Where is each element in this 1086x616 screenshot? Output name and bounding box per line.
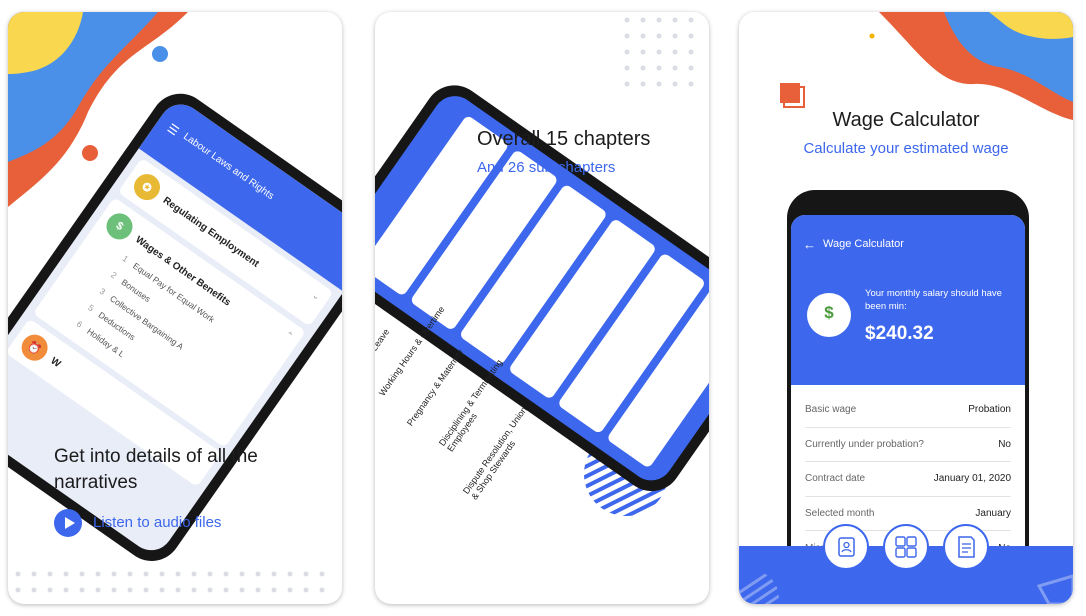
result-value: $240.32 — [865, 323, 934, 344]
screenshot-card-2: Overall 15 chapters And 26 sub-chapters … — [375, 12, 709, 604]
calculator-button[interactable] — [883, 524, 929, 570]
contacts-button[interactable] — [823, 524, 869, 570]
headline: Overall 15 chapters — [477, 128, 651, 150]
screenshot-card-1: ☰ Labour Laws and Rights ▲ ✪ Regulating … — [8, 12, 342, 604]
contacts-icon — [838, 537, 855, 557]
phone-mockup — [375, 85, 709, 492]
hamburger-menu-icon[interactable]: ☰ — [165, 121, 182, 139]
row-label: Contract date — [805, 473, 866, 485]
result-label: Your monthly salary should have been min… — [865, 288, 1002, 312]
row-label: Basic wage — [805, 404, 857, 416]
badge-icon: ✪ — [128, 168, 166, 206]
screen-title: Wage Calculator — [823, 238, 904, 250]
sub-number: 1 — [120, 253, 131, 265]
row-label: Currently under probation? — [805, 438, 924, 450]
headline: Wage Calculator — [832, 109, 980, 131]
calculator-header: ← Wage Calculator $ Your monthly salary … — [791, 215, 1025, 385]
back-arrow-icon[interactable]: ← — [803, 237, 816, 252]
sub-number: 5 — [86, 302, 96, 314]
alarm-icon: ⏰ — [16, 329, 53, 366]
subheadline: Calculate your estimated wage — [803, 140, 1009, 157]
row-value: No — [998, 438, 1011, 450]
headline: Get into details of all the narratives — [54, 446, 258, 493]
sub-number: 6 — [74, 318, 85, 330]
calculator-icon — [895, 536, 917, 558]
row-value: January 01, 2020 — [933, 473, 1011, 485]
sub-number: 2 — [109, 269, 119, 281]
audio-link[interactable]: Listen to audio files — [93, 514, 221, 531]
money-bag-icon: $ — [807, 293, 851, 337]
form-row[interactable]: Contract date January 01, 2020 — [805, 462, 1011, 497]
play-icon — [65, 517, 75, 529]
document-icon — [958, 536, 975, 558]
row-value: Probation — [968, 404, 1011, 416]
document-button[interactable] — [943, 524, 989, 570]
subheadline: And 26 sub-chapters — [477, 159, 616, 176]
play-button[interactable] — [54, 509, 82, 537]
form-row[interactable]: Basic wage Probation — [805, 393, 1011, 428]
row-label: Selected month — [805, 508, 875, 520]
form-row[interactable]: Currently under probation? No — [805, 428, 1011, 463]
sub-number: 3 — [97, 285, 108, 297]
screenshot-card-3: Wage Calculator Calculate your estimated… — [739, 12, 1073, 604]
row-value: January — [975, 508, 1011, 520]
chapter-title: W — [48, 355, 63, 370]
